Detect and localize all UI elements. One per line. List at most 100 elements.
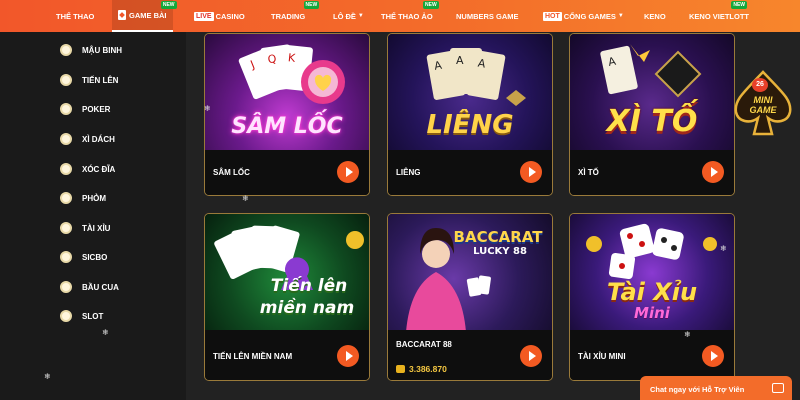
play-button[interactable] (520, 161, 542, 183)
sidebar-item-label: SLOT (82, 311, 104, 321)
sidebar-item-slot[interactable]: SLOT (60, 309, 103, 323)
sidebar-item-label: PHỎM (82, 193, 106, 203)
radio-icon (60, 310, 72, 322)
chevron-down-icon: ▼ (617, 13, 624, 19)
nav-label: KENO (644, 11, 666, 21)
nav-item-cong-games[interactable]: HOT CỔNG GAMES ▼ (543, 0, 624, 32)
nav-item-the-thao[interactable]: THỂ THAO (56, 0, 94, 32)
sidebar-item-xi-dach[interactable]: XÌ DÁCH (60, 132, 115, 146)
game-card-lieng[interactable]: A A A LIÊNG LIÊNG (387, 33, 553, 196)
radio-icon (60, 163, 72, 175)
sidebar-item-label: POKER (82, 104, 111, 114)
sidebar-item-mau-binh[interactable]: MẬU BINH (60, 43, 122, 57)
game-thumbnail: J Q K SÂM LỐC (205, 34, 369, 152)
chat-icon (772, 383, 784, 393)
new-badge: NEW (731, 1, 747, 9)
nav-item-keno[interactable]: KENO (644, 0, 666, 32)
play-icon (345, 351, 353, 361)
snowflake-icon: ❄ (242, 194, 249, 203)
game-title: BACCARAT 88 (396, 340, 452, 349)
nav-item-casino[interactable]: LIVE CASINO (194, 0, 245, 32)
sidebar-item-tai-xiu[interactable]: TÀI XỈU (60, 221, 110, 235)
nav-item-numbers-game[interactable]: NUMBERS GAME (456, 0, 519, 32)
sidebar-item-bau-cua[interactable]: BẦU CUA (60, 280, 119, 294)
sidebar-item-label: BẦU CUA (82, 282, 119, 292)
new-badge: NEW (423, 1, 439, 9)
new-badge: NEW (160, 1, 177, 9)
game-card-xi-to[interactable]: A XÌ TỐ XÌ TỐ (569, 33, 735, 196)
nav-item-trading[interactable]: TRADING NEW (271, 0, 320, 32)
sidebar-item-label: XÓC ĐĨA (82, 164, 116, 174)
game-title: TÀI XỈU MINI (578, 352, 626, 361)
top-nav: THỂ THAO GAME BÀI NEW LIVE CASINO TRADIN… (0, 0, 800, 32)
game-art-title-line2: miền nam (259, 298, 355, 318)
nav-item-game-bai[interactable]: GAME BÀI NEW (112, 0, 177, 32)
play-icon (710, 351, 718, 361)
jackpot-value: 3.386.870 (409, 364, 447, 374)
game-thumbnail: Tài Xỉu Mini (570, 214, 734, 332)
nav-label: TRADING (271, 11, 306, 21)
mini-game-count: 26 (752, 78, 768, 92)
radio-icon (60, 103, 72, 115)
play-icon (528, 351, 536, 361)
card-footer: TÀI XỈU MINI (570, 330, 734, 380)
sidebar-item-sicbo[interactable]: SICBO (60, 250, 107, 264)
play-button[interactable] (702, 345, 724, 367)
game-art-title-line1: BACCARAT (453, 228, 543, 246)
play-button[interactable] (702, 161, 724, 183)
play-button[interactable] (337, 345, 359, 367)
snowflake-icon: ❄ (102, 328, 109, 337)
support-chat-button[interactable]: Chat ngay với Hỗ Trợ Viên (640, 376, 792, 400)
sidebar-item-poker[interactable]: POKER (60, 102, 110, 116)
sidebar-item-xoc-dia[interactable]: XÓC ĐĨA (60, 162, 115, 176)
nav-label: GAME BÀI (129, 10, 167, 20)
nav-label: LÔ ĐỀ (333, 11, 356, 21)
chevron-down-icon: ▼ (357, 13, 364, 19)
play-button[interactable] (520, 345, 542, 367)
snowflake-icon: ❄ (44, 372, 51, 381)
game-title: TIẾN LÊN MIỀN NAM (213, 352, 293, 361)
radio-icon (60, 192, 72, 204)
game-title: XÌ TỐ (578, 168, 599, 177)
radio-icon (60, 44, 72, 56)
game-art-title-line1: Tài Xỉu (606, 278, 698, 306)
new-badge: NEW (303, 1, 320, 9)
game-card-tai-xiu-mini[interactable]: Tài Xỉu Mini TÀI XỈU MINI (569, 213, 735, 381)
radio-icon (60, 133, 72, 145)
sidebar-item-tien-len[interactable]: TIẾN LÊN (60, 73, 118, 87)
sidebar-item-label: SICBO (82, 252, 108, 262)
play-icon (528, 167, 536, 177)
play-icon (710, 167, 718, 177)
game-art-title-line1: Tiến lên (270, 276, 348, 296)
sidebar (0, 32, 186, 400)
game-art-title: LIÊNG (426, 110, 514, 140)
game-thumbnail: A A A LIÊNG (388, 34, 552, 152)
live-tag: LIVE (194, 11, 214, 21)
game-art-title: XÌ TỐ (606, 104, 698, 139)
card-footer: BACCARAT 88 3.386.870 (388, 330, 552, 380)
nav-label: CASINO (215, 11, 245, 21)
nav-item-the-thao-ao[interactable]: THỂ THAO ẢO NEW (381, 0, 439, 32)
nav-label: NUMBERS GAME (456, 11, 519, 21)
game-thumbnail: BACCARAT LUCKY 88 (388, 214, 552, 332)
nav-item-lo-de[interactable]: LÔ ĐỀ ▼ (333, 0, 364, 32)
cards-icon (118, 10, 126, 20)
play-button[interactable] (337, 161, 359, 183)
game-card-baccarat-88[interactable]: BACCARAT LUCKY 88 BACCARAT 88 3.386.870 (387, 213, 553, 381)
radio-icon (60, 74, 72, 86)
card-footer: SÂM LỐC (205, 150, 369, 195)
game-card-tien-len-mien-nam[interactable]: Tiến lên miền nam TIẾN LÊN MIỀN NAM (204, 213, 370, 381)
game-card-sam-loc[interactable]: J Q K SÂM LỐC SÂM LỐC (204, 33, 370, 196)
snowflake-icon: ❄ (684, 330, 691, 339)
chat-label: Chat ngay với Hỗ Trợ Viên (650, 384, 745, 394)
snowflake-icon: ❄ (204, 104, 211, 113)
sidebar-item-phom[interactable]: PHỎM (60, 191, 106, 205)
game-title: SÂM LỐC (213, 168, 250, 177)
card-footer: LIÊNG (388, 150, 552, 195)
nav-item-keno-vietlott[interactable]: KENO VIETLOTT NEW (689, 0, 749, 32)
sidebar-item-label: TÀI XỈU (82, 223, 111, 233)
mini-game-line2: GAME (749, 105, 777, 115)
nav-label: THỂ THAO ẢO (381, 11, 433, 21)
mini-game-badge[interactable]: 26 MINI GAME (732, 70, 794, 136)
game-thumbnail: A XÌ TỐ (570, 34, 734, 152)
